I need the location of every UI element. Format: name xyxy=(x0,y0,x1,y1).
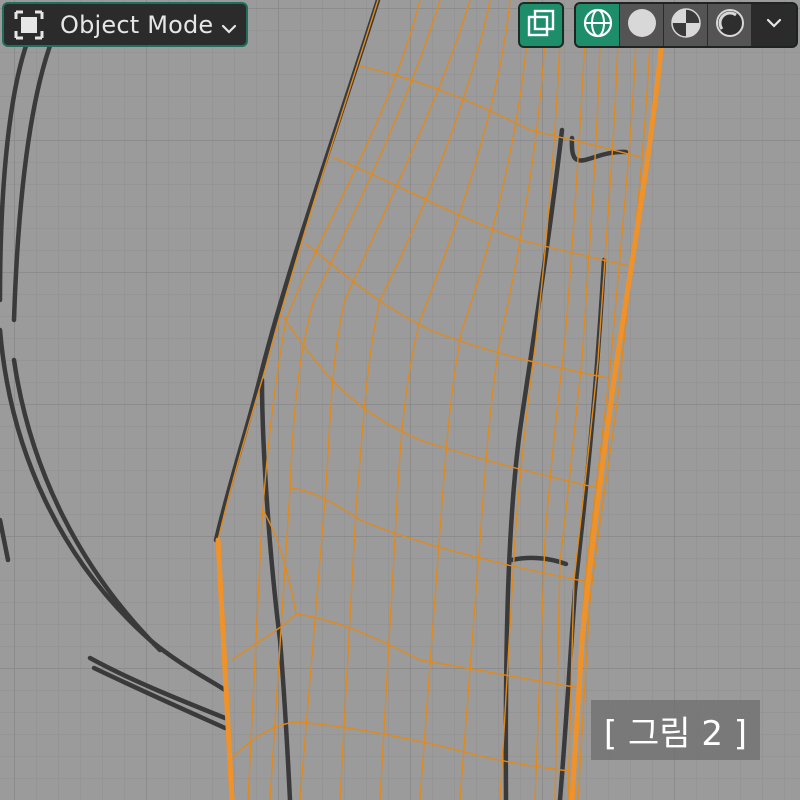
xray-toggle-button[interactable] xyxy=(518,2,564,48)
figure-caption: [ 그림 2 ] xyxy=(591,700,760,760)
material-sphere-icon xyxy=(670,7,702,43)
shading-mode-group xyxy=(574,2,798,48)
rendered-shading-button[interactable] xyxy=(708,4,752,46)
viewport-shading-toolbar xyxy=(518,2,798,48)
wireframe-sphere-icon xyxy=(582,7,614,43)
chevron-down-icon xyxy=(765,14,783,36)
rendered-sphere-icon xyxy=(714,7,746,43)
material-preview-shading-button[interactable] xyxy=(664,4,708,46)
object-mode-icon xyxy=(14,10,44,40)
mode-label: Object Mode xyxy=(60,10,214,39)
mode-selector[interactable]: Object Mode xyxy=(2,2,248,47)
chevron-down-icon xyxy=(220,16,238,34)
solid-shading-button[interactable] xyxy=(620,4,664,46)
solid-sphere-icon xyxy=(626,7,658,43)
xray-toggle-icon xyxy=(526,8,556,42)
wireframe-shading-button[interactable] xyxy=(576,4,620,46)
3d-viewport[interactable]: Object Mode [그림 2] xyxy=(0,0,800,800)
viewport-scene[interactable] xyxy=(0,0,800,800)
shading-options-dropdown[interactable] xyxy=(752,4,796,46)
